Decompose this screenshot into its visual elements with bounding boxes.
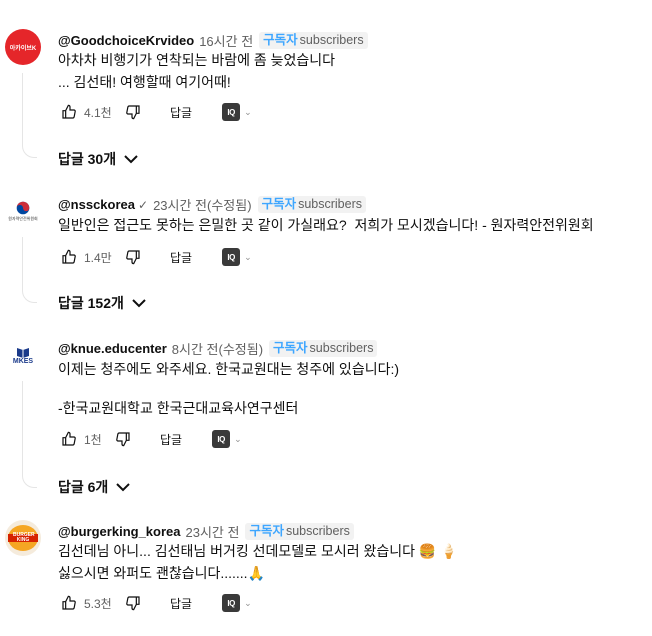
comment-text-line-2: 싫으시면 와퍼도 괜찮습니다.......🙏 <box>58 565 265 581</box>
dislike-button[interactable] <box>122 246 144 268</box>
subscriber-badge: 구독자 subscribers <box>269 340 378 357</box>
subscriber-badge: 구독자 subscribers <box>259 32 368 49</box>
reply-button[interactable]: 답글 <box>160 431 182 448</box>
avatar-logo-text: MKES <box>12 357 34 365</box>
timestamp[interactable]: 23시간 전 <box>186 522 240 541</box>
iq-icon: IQ <box>212 430 231 448</box>
subscriber-badge-en: subscribers <box>298 197 362 211</box>
comment-actions: 1.4만 답글 IQ ⌄ <box>58 245 252 269</box>
comment-text-line-1: 김선데님 아니... 김선태님 버거킹 선데모델로 모시러 왔습니다 🍔 🍦 <box>58 543 458 559</box>
timestamp[interactable]: 23시간 전(수정됨) <box>153 195 252 214</box>
subscriber-badge-ko: 구독자 <box>249 524 284 538</box>
iq-extension-button[interactable]: IQ ⌄ <box>212 430 242 448</box>
avatar-logo-text: 아카이브K <box>9 45 37 52</box>
verified-icon: ✓ <box>138 197 149 212</box>
avatar[interactable]: BURGER KING <box>5 520 41 556</box>
book-emblem-icon <box>17 347 29 358</box>
replies-toggle[interactable]: 답글 30개 <box>58 149 138 169</box>
thumbs-down-icon <box>116 432 130 447</box>
author-handle[interactable]: @nssckorea <box>58 197 135 212</box>
iq-icon: IQ <box>222 248 241 266</box>
reply-button[interactable]: 답글 <box>170 249 192 266</box>
replies-toggle[interactable]: 답글 152개 <box>58 293 146 313</box>
like-count: 1천 <box>84 432 102 447</box>
comment-text-line-3: -한국교원대학교 한국근대교육사연구센터 <box>58 400 299 416</box>
thumbs-down-icon <box>126 105 140 120</box>
avatar-logo-text: 원자력안전위원회 <box>8 215 38 221</box>
iq-extension-button[interactable]: IQ ⌄ <box>222 103 252 121</box>
comment-header: @knue.educenter 8시간 전(수정됨) 구독자 subscriber… <box>58 339 378 358</box>
like-count: 5.3천 <box>84 596 112 611</box>
iq-icon: IQ <box>222 103 241 121</box>
chevron-down-icon: ⌄ <box>244 597 252 608</box>
comment-actions: 4.1천 답글 IQ ⌄ <box>58 100 252 124</box>
subscriber-badge-ko: 구독자 <box>263 33 298 47</box>
avatar[interactable]: 원자력안전위원회 <box>5 193 41 229</box>
dislike-button[interactable] <box>122 101 144 123</box>
comment-text-line-2: ... 김선태! 여행할때 여기어때! <box>58 74 231 90</box>
chevron-down-icon <box>116 483 131 492</box>
comment-header: @burgerking_korea 23시간 전 구독자 subscribers <box>58 522 354 541</box>
comment-text-line-1: 아차차 비행기가 연착되는 바람에 좀 늦었습니다 <box>58 52 336 68</box>
chevron-down-icon <box>132 299 146 308</box>
comment-text-line-1: 이제는 청주에도 와주세요. 한국교원대는 청주에 있습니다:) <box>58 361 400 377</box>
reply-button[interactable]: 답글 <box>170 104 192 121</box>
replies-count: 답글 30개 <box>58 151 117 167</box>
author-handle[interactable]: @GoodchoiceKrvideo <box>58 33 194 48</box>
comment-text-line-1: 일반인은 접근도 못하는 은밀한 곳 같이 가실래요? 저희가 모시겠습니다! … <box>58 217 594 233</box>
subscriber-badge-en: subscribers <box>285 524 350 538</box>
chevron-down-icon: ⌄ <box>244 106 252 117</box>
subscriber-badge: 구독자 subscribers <box>245 523 354 540</box>
comment-header: @GoodchoiceKrvideo 16시간 전 구독자 subscribers <box>58 31 368 50</box>
like-button[interactable] <box>58 592 80 614</box>
iq-icon: IQ <box>222 594 241 612</box>
author-handle[interactable]: @knue.educenter <box>58 341 167 356</box>
thumbs-up-icon <box>62 595 76 610</box>
timestamp[interactable]: 16시간 전 <box>199 31 253 50</box>
dislike-button[interactable] <box>112 428 134 450</box>
chevron-down-icon: ⌄ <box>234 433 242 444</box>
burger-king-logo: BURGER KING <box>8 525 38 551</box>
timestamp[interactable]: 8시간 전(수정됨) <box>172 339 263 358</box>
replies-count: 답글 152개 <box>58 295 124 311</box>
like-button[interactable] <box>58 246 80 268</box>
thread-line <box>22 237 37 303</box>
thread-line <box>22 381 37 488</box>
comment-actions: 5.3천 답글 IQ ⌄ <box>58 591 252 615</box>
chevron-down-icon: ⌄ <box>244 251 252 262</box>
avatar-logo-text: BURGER KING <box>13 532 35 543</box>
iq-extension-button[interactable]: IQ ⌄ <box>222 248 252 266</box>
subscriber-badge-en: subscribers <box>309 341 374 355</box>
dislike-button[interactable] <box>122 592 144 614</box>
thumbs-up-icon <box>62 104 76 119</box>
thumbs-down-icon <box>126 250 140 265</box>
author-handle[interactable]: @burgerking_korea <box>58 524 181 539</box>
thumbs-down-icon <box>126 596 140 611</box>
taegeuk-emblem-icon <box>16 201 30 214</box>
subscriber-badge-ko: 구독자 <box>273 341 308 355</box>
iq-extension-button[interactable]: IQ ⌄ <box>222 594 252 612</box>
thread-line <box>22 73 37 158</box>
avatar[interactable]: MKES <box>5 337 41 373</box>
like-button[interactable] <box>58 101 80 123</box>
comment-actions: 1천 답글 IQ ⌄ <box>58 427 242 451</box>
replies-count: 답글 6개 <box>58 479 109 495</box>
subscriber-badge-ko: 구독자 <box>261 197 297 211</box>
like-count: 1.4만 <box>84 250 112 265</box>
avatar[interactable]: 아카이브K <box>5 29 41 65</box>
subscriber-badge-en: subscribers <box>299 33 364 47</box>
like-button[interactable] <box>58 428 80 450</box>
thumbs-up-icon <box>62 249 76 264</box>
thumbs-up-icon <box>62 431 76 446</box>
like-count: 4.1천 <box>84 105 112 120</box>
replies-toggle[interactable]: 답글 6개 <box>58 477 131 497</box>
subscriber-badge: 구독자 subscribers <box>257 196 366 213</box>
chevron-down-icon <box>124 155 138 164</box>
reply-button[interactable]: 답글 <box>170 595 192 612</box>
comment-header: @nssckorea ✓ 23시간 전(수정됨) 구독자 subscribers <box>58 195 366 214</box>
